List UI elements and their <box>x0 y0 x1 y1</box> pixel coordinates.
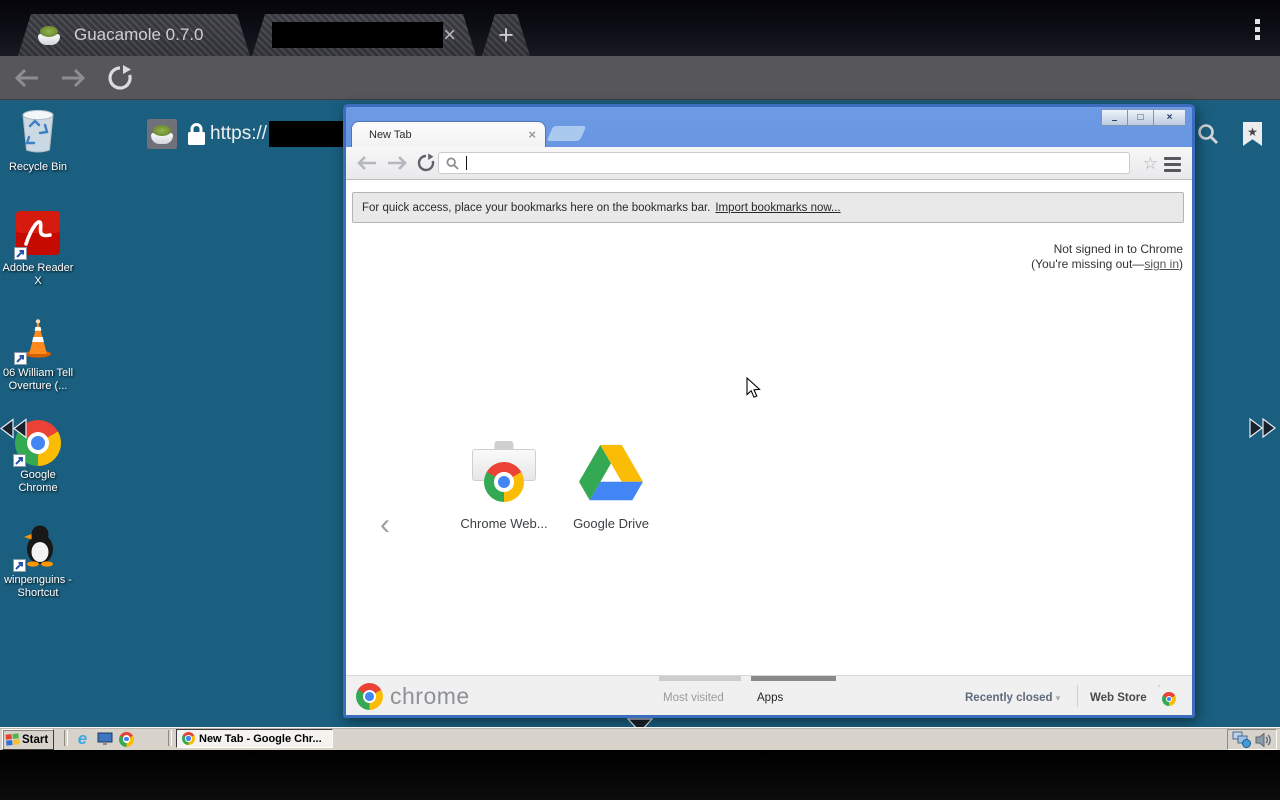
forward-icon[interactable] <box>386 154 408 172</box>
address-bar: https:// /client.xhtml?id=Windows%202008… <box>0 56 1280 100</box>
windows-taskbar: Start e New Tab - Google Chr... <box>0 727 1280 750</box>
penguin-icon <box>15 523 61 571</box>
tab-title: Guacamole 0.7.0 <box>74 25 203 45</box>
system-tray <box>1227 729 1277 750</box>
volume-tray-icon[interactable] <box>1255 732 1272 748</box>
desktop-icon-adobe-reader[interactable]: Adobe Reader X <box>0 211 76 288</box>
new-tab-button[interactable]: + <box>482 14 530 56</box>
mouse-cursor <box>746 377 761 399</box>
desktop-icon-winpenguins[interactable]: winpenguins - Shortcut <box>0 523 76 600</box>
android-tab-strip: Guacamole 0.7.0 × + <box>0 0 1280 56</box>
browser-tab-guacamole[interactable]: Guacamole 0.7.0 <box>18 14 250 56</box>
scroll-right-indicator-icon <box>1247 417 1277 439</box>
chrome-icon <box>182 732 195 745</box>
google-drive-icon <box>579 441 643 505</box>
vlc-icon <box>16 316 60 364</box>
chrome-window: – □ × New Tab × ☆ <box>343 104 1195 718</box>
reload-icon[interactable] <box>416 153 436 173</box>
signin-prompt: Not signed in to Chrome (You're missing … <box>1031 242 1183 272</box>
sign-in-link[interactable]: sign in <box>1144 257 1179 271</box>
back-icon[interactable] <box>356 154 378 172</box>
lock-icon <box>186 122 207 146</box>
close-button[interactable]: × <box>1153 109 1186 126</box>
search-icon <box>446 157 459 170</box>
android-nav-bar: 1 6:05 <box>0 750 1280 800</box>
chrome-menu-icon[interactable] <box>1164 157 1181 172</box>
overflow-menu-icon[interactable] <box>1251 15 1264 44</box>
apps-page-left-chevron[interactable]: ‹ <box>380 510 390 540</box>
windows-logo-icon <box>5 733 19 745</box>
scroll-left-indicator-icon <box>0 418 28 439</box>
browser-tab-second[interactable]: × <box>252 14 476 56</box>
web-store-link[interactable]: Web Store <box>1090 692 1147 704</box>
network-tray-icon[interactable] <box>1232 731 1252 748</box>
new-tab-button[interactable] <box>547 126 587 141</box>
browser-forward-icon[interactable] <box>58 66 88 90</box>
most-visited-tab[interactable]: Most visited <box>663 692 724 704</box>
browser-back-icon[interactable] <box>12 66 42 90</box>
text-caret <box>466 156 467 170</box>
screen: Guacamole 0.7.0 × + https:// /client.xht… <box>0 0 1280 800</box>
start-button[interactable]: Start <box>2 729 54 750</box>
desktop-icon-recycle-bin[interactable]: Recycle Bin <box>0 106 76 174</box>
bookmark-star-icon[interactable]: ☆ <box>1143 154 1158 174</box>
search-icon[interactable] <box>1196 122 1220 146</box>
most-visited-indicator <box>659 676 741 681</box>
window-controls: – □ × <box>1102 109 1186 126</box>
desktop-icon-william-tell-overture[interactable]: 06 William Tell Overture (... <box>0 316 76 393</box>
tab-title-redacted <box>272 22 443 48</box>
web-store-icon <box>472 441 536 505</box>
new-tab-page: For quick access, place your bookmarks h… <box>346 180 1192 675</box>
taskbar-task-newtab[interactable]: New Tab - Google Chr... <box>176 729 333 748</box>
quicklaunch-show-desktop-icon[interactable] <box>96 731 113 747</box>
chrome-brand: chrome <box>356 683 470 710</box>
bookmarks-icon[interactable]: ★ <box>1243 122 1262 146</box>
apps-indicator <box>751 676 836 681</box>
apps-tab[interactable]: Apps <box>757 692 783 704</box>
chrome-logo-icon <box>356 683 383 710</box>
tab-close-icon[interactable]: × <box>528 127 536 142</box>
minimize-button[interactable]: – <box>1101 109 1128 126</box>
tab-close-icon[interactable]: × <box>443 25 456 45</box>
chrome-tab-newtab[interactable]: New Tab × <box>352 122 545 147</box>
omnibox-input[interactable] <box>438 152 1130 174</box>
dropdown-arrow-icon: ▾ <box>1056 693 1061 703</box>
app-google-drive[interactable]: Google Drive <box>556 441 666 531</box>
newtab-footer: chrome Most visited Apps Recently closed… <box>346 675 1192 715</box>
guacamole-favicon-icon <box>38 25 60 45</box>
recycle-bin-icon <box>15 106 61 158</box>
footer-divider <box>1077 685 1078 707</box>
app-chrome-web-store[interactable]: Chrome Web... <box>449 441 559 531</box>
page-favicon-icon <box>147 119 177 149</box>
quicklaunch-chrome-icon[interactable] <box>118 731 135 747</box>
chrome-toolbar: ☆ <box>346 147 1192 180</box>
bookmarks-bar-notice: For quick access, place your bookmarks h… <box>352 192 1184 223</box>
quicklaunch-ie-icon[interactable]: e <box>74 731 91 747</box>
import-bookmarks-link[interactable]: Import bookmarks now... <box>715 202 840 214</box>
maximize-button[interactable]: □ <box>1127 109 1154 126</box>
browser-reload-icon[interactable] <box>106 64 134 92</box>
recently-closed-menu[interactable]: Recently closed ▾ <box>965 692 1060 704</box>
adobe-reader-icon <box>16 211 60 259</box>
